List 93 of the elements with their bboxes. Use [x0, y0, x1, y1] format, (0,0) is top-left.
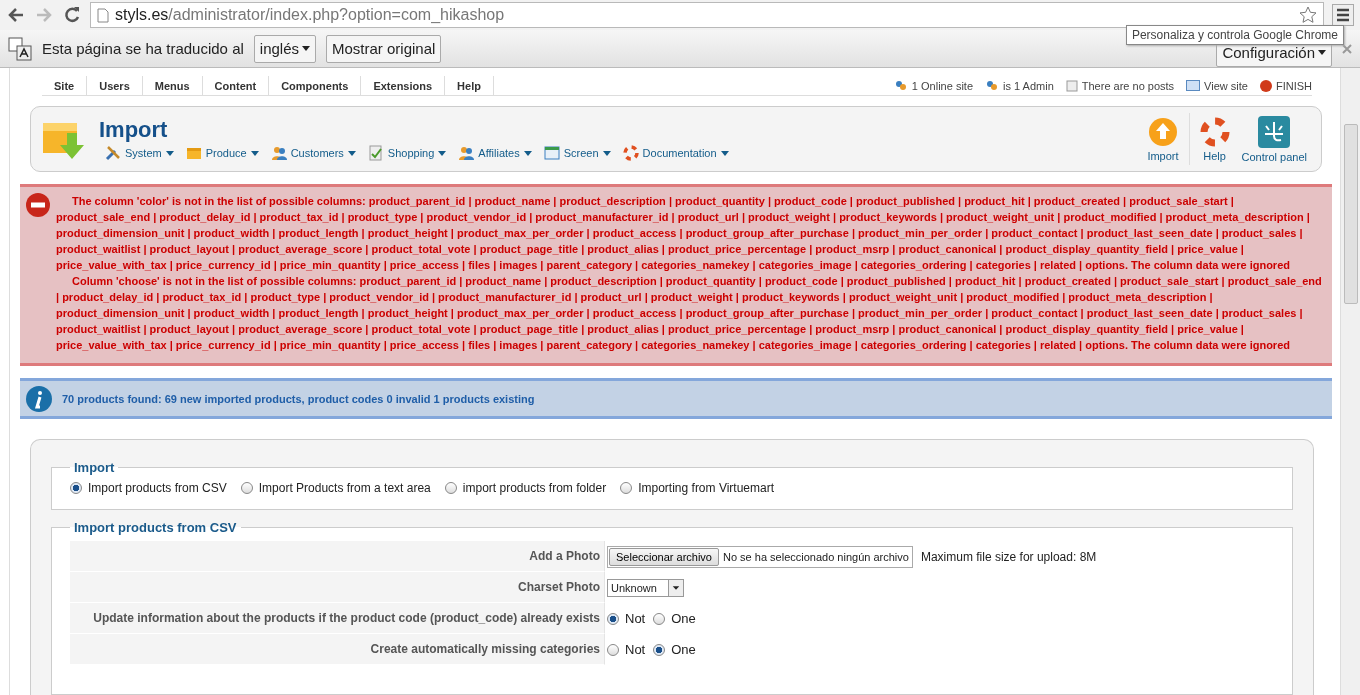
upload-icon — [1147, 116, 1178, 147]
file-input[interactable]: Seleccionar archivo No se ha seleccionado ningún archivo — [607, 545, 913, 568]
admin-menu-item[interactable]: Help — [445, 75, 494, 96]
address-bar[interactable]: styls.es/administrator/index.php?option=com_hikashop — [90, 2, 1324, 28]
caret-icon — [165, 150, 174, 156]
radio-button[interactable] — [240, 482, 253, 494]
radio-button[interactable] — [653, 643, 666, 656]
admin-menu-item[interactable]: Users — [87, 75, 143, 96]
admin-menu-item[interactable]: Components — [269, 75, 362, 96]
status-item: is 1 Admin — [1003, 79, 1054, 92]
upload-size-note: Maximum file size for upload: 8M — [920, 549, 1097, 564]
lifebuoy-icon — [622, 145, 639, 161]
field-label: Charset Photo — [70, 572, 605, 603]
menu-icon[interactable] — [1332, 4, 1354, 26]
caret-icon — [602, 150, 611, 156]
status-item[interactable]: There are no posts — [1081, 79, 1175, 92]
users-icon — [893, 79, 908, 92]
field-label: Create automatically missing categories — [70, 634, 605, 665]
toolbar-button[interactable]: Control panel — [1235, 115, 1313, 163]
fieldset-legend: Import products from CSV — [70, 520, 241, 535]
radio-label: One — [671, 642, 696, 657]
caret-icon — [523, 150, 532, 156]
caret-icon — [347, 150, 356, 156]
choose-file-button[interactable]: Seleccionar archivo — [609, 547, 719, 566]
admin-menu-item[interactable]: Menus — [142, 75, 203, 96]
info-icon — [26, 385, 52, 412]
scrollbar-thumb[interactable] — [1343, 124, 1358, 304]
translate-message: Esta página se ha traducido al — [42, 40, 244, 57]
alert-icon — [1259, 79, 1272, 92]
people-icon — [458, 145, 475, 161]
tooltip: Personaliza y controla Google Chrome — [1125, 25, 1344, 45]
radio-label: One — [671, 611, 696, 626]
caret-icon — [302, 46, 310, 51]
component-menu-item[interactable]: Screen — [543, 145, 611, 161]
caret-icon — [438, 150, 447, 156]
admin-menu-item[interactable]: Site — [42, 75, 88, 96]
radio-label: Not — [625, 611, 646, 626]
window-icon — [543, 145, 560, 161]
lifebuoy-icon — [1199, 116, 1230, 147]
star-icon[interactable] — [1299, 6, 1317, 24]
admin-menu-item[interactable]: Content — [202, 75, 270, 96]
radio-button[interactable] — [607, 643, 619, 656]
caret-icon — [720, 150, 729, 156]
window-icon — [1186, 80, 1201, 91]
radio-button[interactable] — [607, 612, 619, 625]
status-item[interactable]: FINISH — [1275, 79, 1312, 92]
info-message: 70 products found: 69 new imported products, product codes 0 invalid 1 products existing — [62, 392, 535, 405]
toolbar-button[interactable]: Import — [1141, 116, 1185, 162]
people-icon — [270, 145, 287, 161]
status-item[interactable]: View site — [1204, 79, 1248, 92]
fieldset-legend: Import — [70, 460, 119, 475]
select-value: Unknown — [611, 581, 657, 594]
radio-button[interactable] — [70, 482, 82, 494]
document-icon — [367, 145, 384, 161]
status-item: 1 Online site — [911, 79, 973, 92]
radio-label: Import products from CSV — [88, 481, 227, 495]
component-menu-item[interactable]: Customers — [270, 145, 356, 161]
caret-icon — [250, 150, 259, 156]
document-icon — [1065, 79, 1078, 92]
radio-label: import products from folder — [462, 481, 607, 495]
reload-icon[interactable] — [62, 5, 82, 25]
charset-select[interactable]: Unknown — [607, 578, 684, 597]
field-label: Add a Photo — [70, 541, 605, 572]
radio-label: Not — [625, 642, 646, 657]
caret-icon — [1318, 50, 1326, 55]
toolbar-button[interactable]: Help — [1193, 116, 1236, 162]
page-icon — [97, 7, 109, 23]
radio-button[interactable] — [653, 612, 666, 625]
admin-menu-item[interactable]: Extensions — [361, 75, 446, 96]
component-menu-item[interactable]: Shopping — [367, 145, 447, 161]
component-menu-item[interactable]: Affiliates — [458, 145, 532, 161]
error-message: The column 'color' is not in the list of possible columns: product_parent_id | product_name | product_description | product_quantity | product_code | product_published | product_hit | product_created | product_sale_start | product_sale_end | product_delay_id | product_tax_id | product_type | product_vendor_id | product_manufacturer_id | product_url | product_weight | product_keywords | product_weight_unit | product_modified | product_meta_description | product_dimension_unit | product_width | product_length | product_height | product_max_per_order | product_access | product_group_after_purchase | product_min_per_order | product_contact | product_last_seen_date | product_sales | product_waitlist | product_layout | product_average_score | product_total_vote | product_page_title | product_alias | product_price_percentage | product_msrp | product_canonical | product_display_quantity_field | price_value | price_value_with_tax | price_currency_id | price_min_quantity | price_access | files | images | parent_category | categories_namekey | categories_image | categories_ordering | categories | related | options. The column data were ignored — [56, 194, 1311, 273]
tools-icon — [105, 145, 121, 161]
url-text: styls.es/administrator/index.php?option=com_hikashop — [115, 6, 505, 24]
page-title: Import — [99, 117, 169, 143]
folder-icon — [185, 145, 202, 161]
radio-label: Importing from Virtuemart — [638, 481, 774, 495]
translate-icon — [8, 36, 32, 61]
users-icon — [985, 79, 999, 92]
component-menu-item[interactable]: System — [105, 145, 174, 161]
component-menu-item[interactable]: Produce — [185, 145, 259, 161]
error-icon — [26, 193, 50, 217]
radio-label: Import Products from a text area — [258, 481, 431, 495]
panel-logo-icon — [1258, 115, 1291, 148]
radio-button[interactable] — [444, 482, 457, 494]
field-label: Update information about the products if the product code (product_code) already exists — [70, 603, 605, 634]
language-select[interactable]: inglés — [253, 34, 316, 63]
error-message: Column 'choose' is not in the list of possible columns: product_parent_id | product_name | product_description | product_quantity | product_code | product_published | product_hit | product_created | product_sale_start | product_sale_end | product_delay_id | product_tax_id | product_type | product_vendor_id | product_manufacturer_id | product_url | product_weight | product_keywords | product_weight_unit | product_modified | product_meta_description | product_dimension_unit | product_width | product_length | product_height | product_max_per_order | product_access | product_group_after_purchase | product_min_per_order | product_contact | product_last_seen_date | product_sales | product_waitlist | product_layout | product_average_score | product_total_vote | product_page_title | product_alias | product_price_percentage | product_msrp | product_canonical | product_display_quantity_field | price_value | price_value_with_tax | price_currency_id | price_min_quantity | price_access | files | images | parent_category | categories_namekey | categories_image | categories_ordering | categories | related | options. The column data were ignored — [56, 274, 1322, 353]
component-menu-item[interactable]: Documentation — [622, 145, 729, 161]
close-icon[interactable] — [1342, 43, 1352, 54]
show-original-button[interactable]: Mostrar original — [326, 34, 442, 63]
file-status: No se ha seleccionado ningún archivo — [722, 550, 910, 563]
radio-button[interactable] — [620, 482, 633, 494]
